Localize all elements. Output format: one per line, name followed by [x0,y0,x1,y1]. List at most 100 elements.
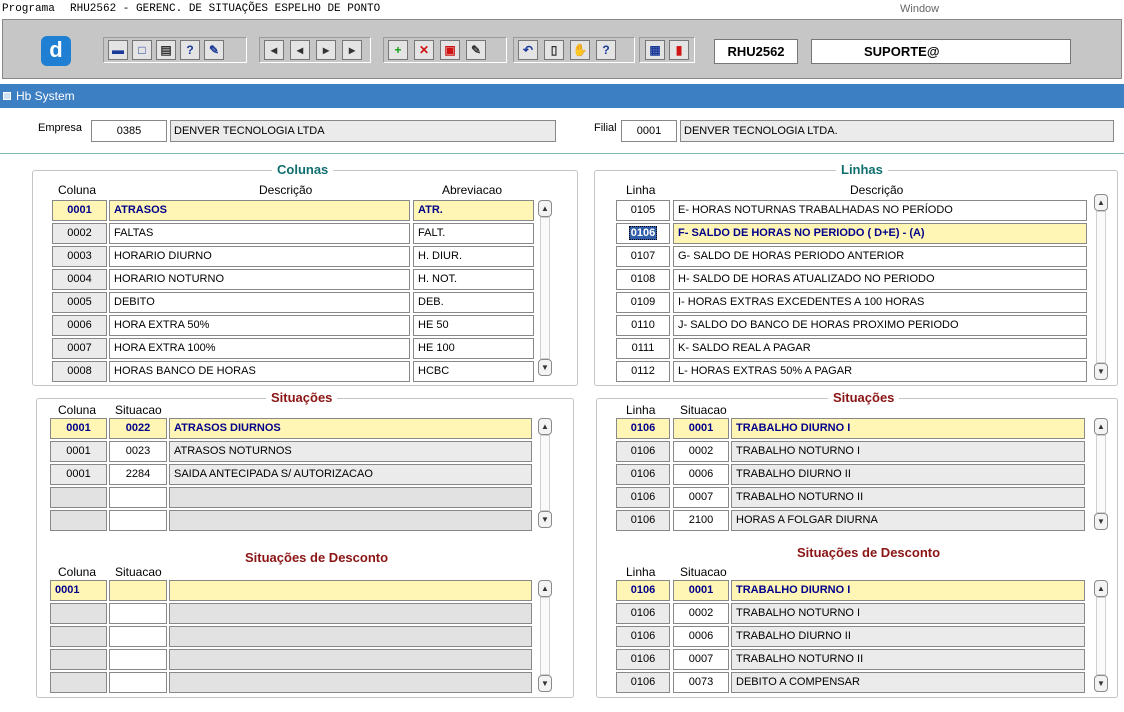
scroll-up-icon[interactable]: ▲ [538,580,552,597]
colunas-cell-coluna[interactable]: 0005 [52,292,107,313]
col-situacoes-cell-coluna[interactable] [50,510,107,531]
lin-situacoes-cell-linha[interactable]: 0106 [616,510,670,531]
linhas-cell-linha[interactable]: 0111 [616,338,670,359]
empresa-code-field[interactable]: 0385 [91,120,167,142]
scroll-up-icon[interactable]: ▲ [1094,580,1108,597]
linhas-cell-linha[interactable]: 0105 [616,200,670,221]
col-situacoes-cell-situacao[interactable]: 2284 [109,464,167,485]
colunas-cell-abreviacao[interactable]: H. NOT. [413,269,534,290]
col-desconto-cell-situacao[interactable] [109,603,167,624]
lin-desconto-cell-situacao[interactable]: 0007 [673,649,729,670]
clear-record-icon[interactable]: ▣ [440,40,460,60]
undo-icon[interactable]: ↶ [518,40,538,60]
col-situacoes-cell-coluna[interactable]: 0001 [50,441,107,462]
lin-desconto-scrollbar[interactable]: ▲ ▼ [1094,580,1108,692]
linhas-cell-linha[interactable]: 0106 [616,223,670,244]
col-desconto-cell-coluna[interactable] [50,649,107,670]
colunas-cell-abreviacao[interactable]: HCBC [413,361,534,382]
colunas-cell-descricao[interactable]: HORA EXTRA 50% [109,315,410,336]
colunas-cell-abreviacao[interactable]: DEB. [413,292,534,313]
linhas-cell-descricao[interactable]: K- SALDO REAL A PAGAR [673,338,1087,359]
linhas-cell-linha[interactable]: 0107 [616,246,670,267]
lin-situacoes-cell-linha[interactable]: 0106 [616,441,670,462]
lin-desconto-cell-linha[interactable]: 0106 [616,626,670,647]
col-desconto-cell-coluna[interactable] [50,603,107,624]
colunas-scrollbar[interactable]: ▲ ▼ [538,200,552,376]
lin-desconto-cell-linha[interactable]: 0106 [616,672,670,693]
lin-desconto-cell-linha[interactable]: 0106 [616,603,670,624]
insert-record-icon[interactable]: + [388,40,408,60]
scroll-track[interactable] [540,597,550,675]
linhas-cell-linha[interactable]: 0112 [616,361,670,382]
menu-programa[interactable]: Programa [2,0,55,18]
scroll-down-icon[interactable]: ▼ [1094,675,1108,692]
scroll-track[interactable] [1096,597,1106,675]
colunas-cell-coluna[interactable]: 0006 [52,315,107,336]
lin-situacoes-cell-situacao[interactable]: 0007 [673,487,729,508]
scroll-up-icon[interactable]: ▲ [538,200,552,217]
scroll-up-icon[interactable]: ▲ [1094,194,1108,211]
scroll-track[interactable] [540,435,550,511]
linhas-cell-descricao[interactable]: L- HORAS EXTRAS 50% A PAGAR [673,361,1087,382]
copy-icon[interactable]: ▯ [544,40,564,60]
scroll-down-icon[interactable]: ▼ [538,675,552,692]
col-situacoes-cell-coluna[interactable]: 0001 [50,418,107,439]
col-situacoes-cell-situacao[interactable] [109,510,167,531]
scroll-track[interactable] [1096,211,1106,363]
colunas-cell-coluna[interactable]: 0008 [52,361,107,382]
linhas-cell-descricao[interactable]: H- SALDO DE HORAS ATUALIZADO NO PERIODO [673,269,1087,290]
col-desconto-cell-situacao[interactable] [109,626,167,647]
colunas-cell-coluna[interactable]: 0004 [52,269,107,290]
cursor-selection[interactable]: 0106 [628,226,658,240]
colunas-cell-descricao[interactable]: HORA EXTRA 100% [109,338,410,359]
lin-desconto-cell-situacao[interactable]: 0006 [673,626,729,647]
linhas-cell-descricao[interactable]: G- SALDO DE HORAS PERIODO ANTERIOR [673,246,1087,267]
colunas-cell-descricao[interactable]: HORAS BANCO DE HORAS [109,361,410,382]
colunas-cell-descricao[interactable]: ATRASOS [109,200,410,221]
wizard-icon[interactable]: ✎ [204,40,224,60]
lin-situacoes-cell-situacao[interactable]: 2100 [673,510,729,531]
lin-situacoes-cell-situacao[interactable]: 0001 [673,418,729,439]
next-record-icon[interactable]: ▸ [316,40,336,60]
col-desconto-scrollbar[interactable]: ▲ ▼ [538,580,552,692]
col-situacoes-cell-coluna[interactable]: 0001 [50,464,107,485]
colunas-cell-coluna[interactable]: 0003 [52,246,107,267]
scroll-up-icon[interactable]: ▲ [538,418,552,435]
scroll-down-icon[interactable]: ▼ [1094,513,1108,530]
colunas-cell-abreviacao[interactable]: HE 50 [413,315,534,336]
last-record-icon[interactable]: ▸ [342,40,362,60]
linhas-cell-descricao[interactable]: I- HORAS EXTRAS EXCEDENTES A 100 HORAS [673,292,1087,313]
scroll-track[interactable] [1096,435,1106,513]
lin-situacoes-scrollbar[interactable]: ▲ ▼ [1094,418,1108,530]
colunas-cell-coluna[interactable]: 0007 [52,338,107,359]
lin-desconto-cell-situacao[interactable]: 0002 [673,603,729,624]
linhas-cell-linha[interactable]: 0108 [616,269,670,290]
colunas-cell-descricao[interactable]: HORARIO DIURNO [109,246,410,267]
delete-record-icon[interactable]: ✕ [414,40,434,60]
lin-situacoes-cell-linha[interactable]: 0106 [616,487,670,508]
linhas-cell-descricao[interactable]: J- SALDO DO BANCO DE HORAS PROXIMO PERIO… [673,315,1087,336]
help-query-icon[interactable]: ? [180,40,200,60]
app-logo-icon[interactable]: d [41,36,71,66]
col-situacoes-cell-situacao[interactable]: 0022 [109,418,167,439]
previous-record-icon[interactable]: ◂ [290,40,310,60]
lin-desconto-cell-linha[interactable]: 0106 [616,649,670,670]
lin-desconto-cell-linha[interactable]: 0106 [616,580,670,601]
col-situacoes-cell-situacao[interactable]: 0023 [109,441,167,462]
scroll-track[interactable] [540,217,550,359]
colunas-cell-descricao[interactable]: FALTAS [109,223,410,244]
print-icon[interactable]: ▤ [156,40,176,60]
col-desconto-cell-situacao[interactable] [109,580,167,601]
first-record-icon[interactable]: ◂ [264,40,284,60]
linhas-cell-descricao[interactable]: F- SALDO DE HORAS NO PERIODO ( D+E) - (A… [673,223,1087,244]
col-desconto-cell-coluna[interactable] [50,672,107,693]
linhas-cell-descricao[interactable]: E- HORAS NOTURNAS TRABALHADAS NO PERÍODO [673,200,1087,221]
colunas-cell-descricao[interactable]: HORARIO NOTURNO [109,269,410,290]
exit-icon[interactable]: ▮ [669,40,689,60]
colunas-cell-coluna[interactable]: 0001 [52,200,107,221]
linhas-cell-linha[interactable]: 0110 [616,315,670,336]
col-desconto-cell-situacao[interactable] [109,649,167,670]
colunas-cell-abreviacao[interactable]: FALT. [413,223,534,244]
col-desconto-cell-coluna[interactable]: 0001 [50,580,107,601]
lin-desconto-cell-situacao[interactable]: 0073 [673,672,729,693]
